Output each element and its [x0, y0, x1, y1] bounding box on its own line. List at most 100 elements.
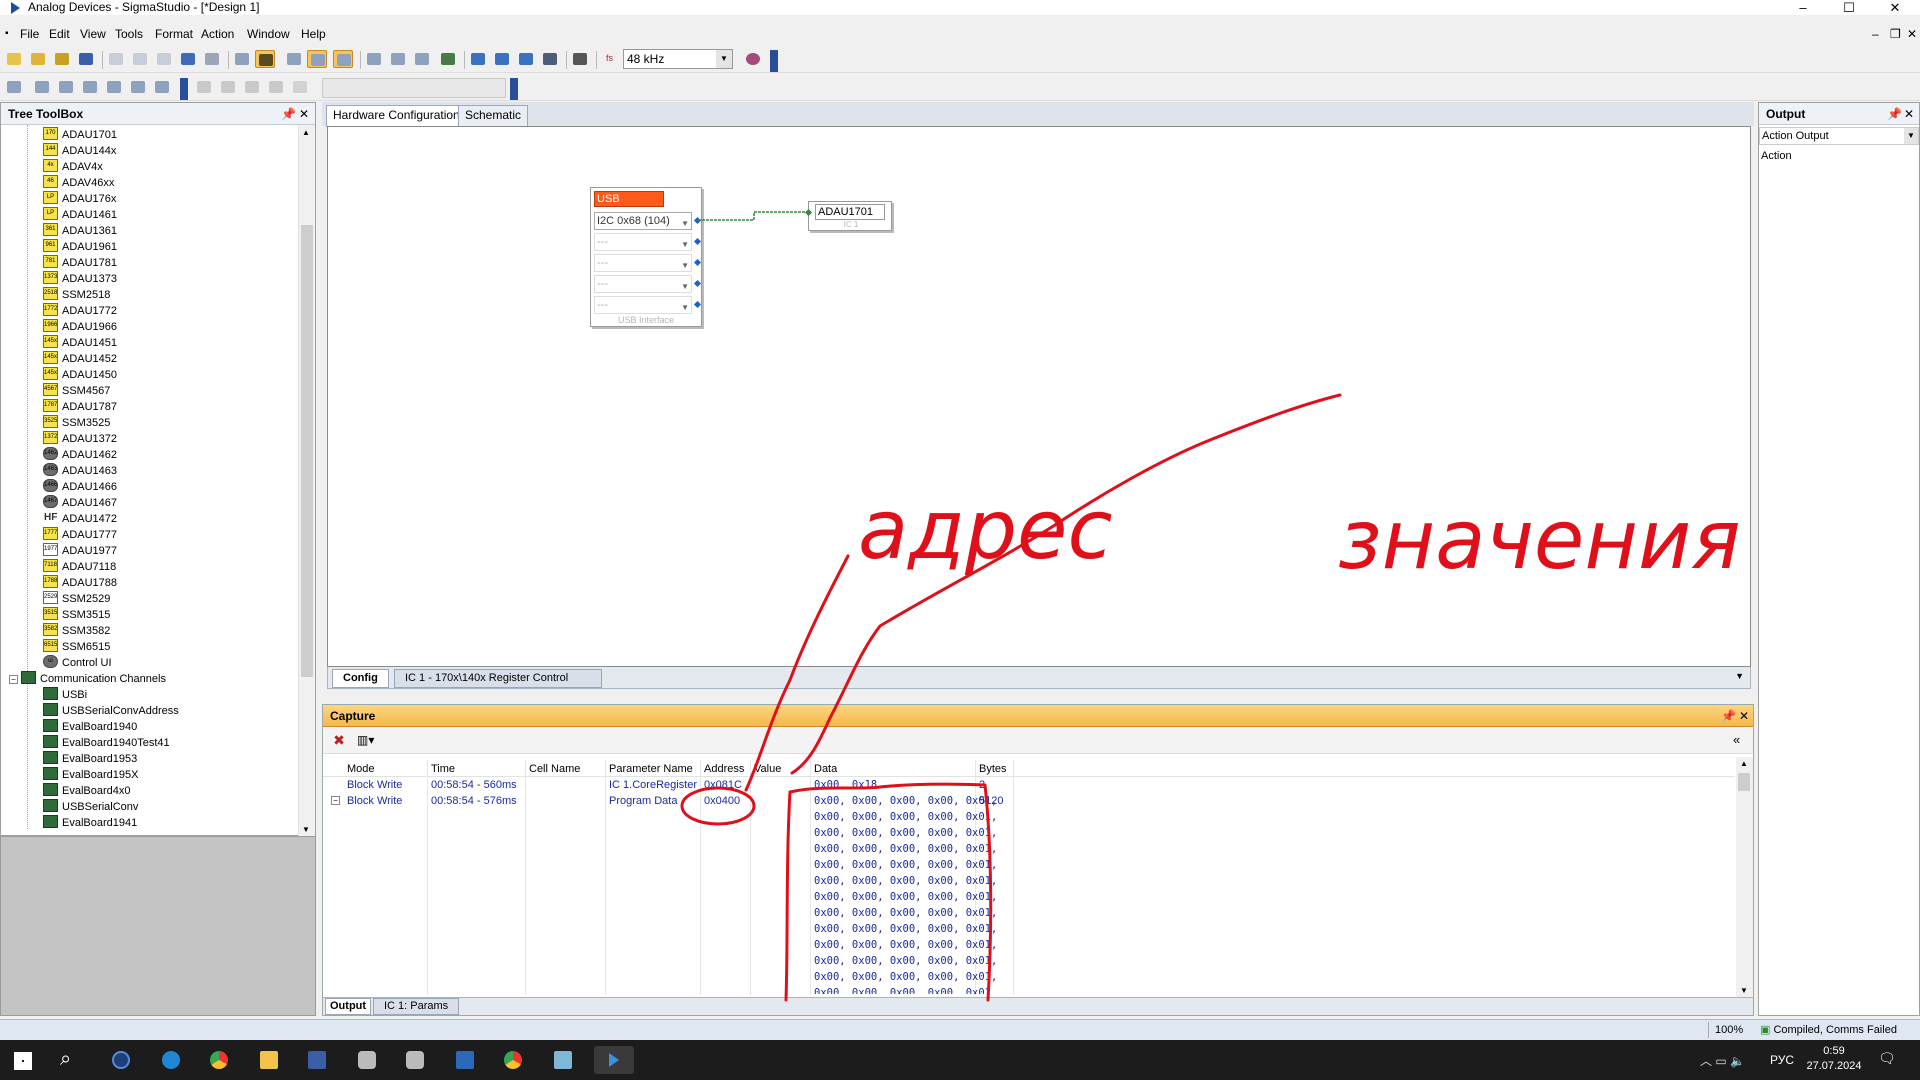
collapse-icon[interactable]: − — [331, 796, 340, 805]
tree-item[interactable]: 46 ADAV46xx — [43, 175, 114, 191]
taskbar-sigmastudio-icon[interactable] — [594, 1046, 634, 1074]
tree-item[interactable]: 7118 ADAU7118 — [43, 559, 116, 575]
taskbar-app-c[interactable] — [104, 1046, 138, 1074]
taskbar-notes-icon[interactable] — [546, 1046, 580, 1074]
align-middle-icon[interactable] — [128, 78, 148, 96]
tab-hardware-configuration[interactable]: Hardware Configuration — [326, 105, 467, 127]
scroll-down-icon[interactable]: ▼ — [302, 825, 310, 834]
tree-item[interactable]: 361 ADAU1361 — [43, 223, 117, 239]
tab-register-control[interactable]: IC 1 - 170x\140x Register Control — [394, 669, 602, 688]
link-download-icon[interactable] — [468, 50, 488, 68]
tree-item[interactable]: 2529 SSM2529 — [43, 591, 110, 607]
menu-app-icon[interactable]: ▪ — [5, 26, 9, 42]
link-compile-icon[interactable] — [438, 50, 458, 68]
notification-icon[interactable]: 🗨 — [1878, 1050, 1896, 1067]
tree-item[interactable]: 1788 ADAU1788 — [43, 575, 117, 591]
column-header-cell-name[interactable]: Cell Name — [529, 762, 580, 776]
tree-item[interactable]: LP ADAU176x — [43, 191, 116, 207]
tree-item[interactable]: EvalBoard4x0 — [43, 783, 131, 799]
undo-icon[interactable] — [178, 50, 198, 68]
chevron-down-icon[interactable]: ▼ — [1735, 671, 1744, 681]
maximize-button[interactable]: ☐ — [1826, 0, 1872, 15]
tree-item[interactable]: 1373 ADAU1373 — [43, 271, 117, 287]
collapse-panel-icon[interactable]: « — [1733, 732, 1740, 747]
compile-icon[interactable] — [492, 50, 512, 68]
layout-center-icon[interactable] — [307, 50, 327, 68]
save-icon[interactable] — [76, 50, 96, 68]
menu-view[interactable]: View — [80, 26, 106, 42]
tree-item[interactable]: USBi — [43, 687, 87, 703]
taskbar-chrome-icon[interactable] — [202, 1046, 236, 1074]
scroll-up-icon[interactable]: ▲ — [1740, 759, 1748, 768]
mdi-minimize-icon[interactable]: – — [1872, 26, 1879, 42]
tree-item[interactable]: 6515 SSM6515 — [43, 639, 110, 655]
clock[interactable]: 0:59 27.07.2024 — [1804, 1044, 1864, 1074]
tree-item[interactable]: 1777 ADAU1777 — [43, 527, 117, 543]
tab-ic1-params[interactable]: IC 1: Params — [373, 998, 460, 1015]
column-header-bytes[interactable]: Bytes — [979, 762, 1007, 776]
column-header-time[interactable]: Time — [431, 762, 455, 776]
output-source-select[interactable]: Action Output ▼ — [1759, 127, 1919, 145]
toolbar2-overflow-icon[interactable] — [180, 78, 188, 100]
pin-icon[interactable]: 📌 — [281, 103, 296, 125]
tree-item[interactable]: 3525 SSM3525 — [43, 415, 110, 431]
tree-item[interactable]: EvalBoard1940 — [43, 719, 137, 735]
tree-item[interactable]: 145x ADAU1450 — [43, 367, 117, 383]
tree-item[interactable]: 1966 ADAU1966 — [43, 319, 117, 335]
sample-rate-select[interactable]: 48 kHz ▼ — [623, 49, 733, 69]
taskbar-app-robot-icon[interactable] — [350, 1046, 384, 1074]
taskbar-explorer-icon[interactable] — [252, 1046, 286, 1074]
scroll-down-icon[interactable]: ▼ — [1740, 986, 1748, 995]
layout-right-icon[interactable] — [333, 50, 353, 68]
scroll-thumb[interactable] — [301, 225, 313, 677]
minimize-button[interactable]: – — [1780, 0, 1826, 15]
tree-item[interactable]: 1372 ADAU1372 — [43, 431, 117, 447]
tree-item[interactable]: 1977 ADAU1977 — [43, 543, 117, 559]
tree-item[interactable]: 961 ADAU1961 — [43, 239, 117, 255]
tree-item[interactable]: 1462 ADAU1462 — [43, 447, 117, 463]
tree-item[interactable]: USBSerialConvAddress — [43, 703, 179, 719]
window-cascade-icon[interactable] — [364, 50, 384, 68]
menu-window[interactable]: Window — [247, 26, 290, 42]
paste-icon[interactable] — [154, 50, 174, 68]
hardware-config-canvas[interactable]: USB I2C 0x68 (104) ▼ --- ▼ --- ▼ --- ▼ --- ▼ … — [327, 126, 1751, 667]
taskbar-app-robot2-icon[interactable] — [398, 1046, 432, 1074]
save-eeprom-icon[interactable] — [540, 50, 560, 68]
align-left-icon[interactable] — [32, 78, 52, 96]
column-header-data[interactable]: Data — [814, 762, 837, 776]
tree-item[interactable]: 144 ADAU144x — [43, 143, 116, 159]
columns-icon[interactable]: ▥▾ — [357, 732, 379, 748]
align-center-icon[interactable] — [56, 78, 76, 96]
new-icon[interactable] — [4, 50, 24, 68]
layout-left-icon[interactable] — [284, 50, 304, 68]
ic-block-adau1701[interactable]: ADAU1701 IC 1 — [804, 201, 892, 231]
tree-item[interactable]: EvalBoard1953 — [43, 751, 137, 767]
taskbar-edge-icon[interactable] — [154, 1046, 188, 1074]
tree-item[interactable]: EvalBoard1940Test41 — [43, 735, 170, 751]
language-indicator[interactable]: РУС — [1770, 1053, 1794, 1067]
menu-format[interactable]: Format — [155, 26, 193, 42]
column-header-mode[interactable]: Mode — [347, 762, 375, 776]
pin-icon[interactable]: 📌 — [1887, 103, 1902, 125]
align-bottom-icon[interactable] — [152, 78, 172, 96]
align-right-icon[interactable] — [80, 78, 100, 96]
collapse-icon[interactable]: − — [9, 675, 18, 684]
column-header-value[interactable]: Value — [754, 762, 781, 776]
open-recent-icon[interactable] — [52, 50, 72, 68]
pin-icon[interactable]: 📌 — [1721, 705, 1736, 727]
close-icon[interactable]: ✕ — [1739, 705, 1749, 727]
taskbar-app-video-icon[interactable] — [448, 1046, 482, 1074]
tray-icons[interactable]: ︿ ▭ 🔈 — [1700, 1052, 1745, 1069]
scroll-up-icon[interactable]: ▲ — [302, 128, 310, 137]
tree-item[interactable]: 781 ADAU1781 — [43, 255, 117, 271]
window-stack-icon[interactable] — [412, 50, 432, 68]
close-icon[interactable]: ✕ — [299, 103, 309, 125]
tree-item[interactable]: 170 ADAU1701 — [43, 127, 117, 143]
tree-item[interactable]: 145x ADAU1452 — [43, 351, 117, 367]
scroll-thumb[interactable] — [1738, 773, 1750, 791]
column-header-parameter-name[interactable]: Parameter Name — [609, 762, 693, 776]
tree-item[interactable]: 3515 SSM3515 — [43, 607, 110, 623]
copy-icon[interactable] — [130, 50, 150, 68]
tab-schematic[interactable]: Schematic — [458, 105, 529, 126]
tree-item[interactable]: HF ADAU1472 — [43, 511, 117, 527]
